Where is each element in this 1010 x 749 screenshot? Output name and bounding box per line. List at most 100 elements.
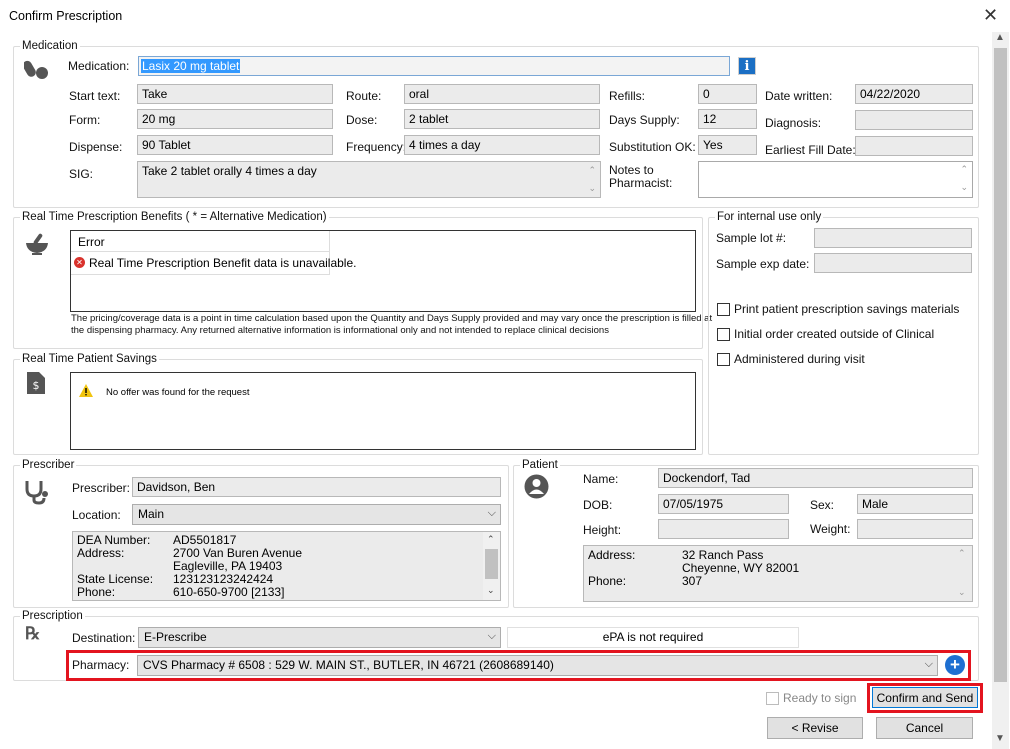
earliest-fill-field	[855, 136, 973, 156]
location-label: Location:	[72, 508, 121, 522]
epa-status-text: ePA is not required	[602, 630, 704, 644]
print-savings-checkbox[interactable]	[717, 303, 730, 316]
title-bar: Confirm Prescription ✕	[0, 0, 1010, 32]
stethoscope-icon	[24, 479, 50, 505]
initial-order-checkbox[interactable]	[717, 328, 730, 341]
sig-textarea[interactable]: Take 2 tablet orally 4 times a day ⌃ ⌄	[137, 161, 601, 198]
date-written-field: 04/22/2020	[855, 84, 973, 104]
location-select-value: Main	[138, 507, 165, 521]
close-icon[interactable]: ✕	[983, 5, 998, 26]
initial-order-label: Initial order created outside of Clinica…	[734, 327, 935, 341]
phone-label: Phone:	[77, 585, 116, 599]
pill-icon	[22, 58, 50, 80]
start-text-field: Take	[137, 84, 333, 104]
sig-label: SIG:	[69, 167, 94, 181]
patient-phone-value: 307	[682, 574, 703, 588]
confirm-prescription-dialog: Confirm Prescription ✕ ▲ ▼ Medication Me…	[0, 0, 1010, 749]
administered-label: Administered during visit	[734, 352, 865, 366]
dob-label: DOB:	[583, 498, 613, 512]
add-pharmacy-plus-icon[interactable]: +	[945, 655, 965, 675]
patient-address-label: Address:	[588, 548, 636, 562]
prescriber-details-box: DEA Number: AD5501817 Address: 2700 Van …	[72, 531, 501, 601]
refills-field: 0	[698, 84, 757, 104]
cancel-button[interactable]: Cancel	[876, 717, 973, 739]
dispense-field: 90 Tablet	[137, 135, 333, 155]
sample-exp-field[interactable]	[814, 253, 972, 273]
chevron-down-icon: ⌵	[487, 630, 496, 642]
pharmacy-select[interactable]: CVS Pharmacy # 6508 : 529 W. MAIN ST., B…	[137, 655, 938, 676]
details-scrollbar[interactable]: ⌃ ⌄	[483, 532, 500, 600]
start-text-label: Start text:	[69, 89, 121, 103]
notes-to-pharmacist-textarea[interactable]: ⌃ ⌄	[698, 161, 973, 198]
patient-savings-title: Real Time Patient Savings	[20, 353, 159, 365]
dispense-label: Dispense:	[69, 140, 123, 154]
phone-value: 610-650-9700 [2133]	[173, 585, 285, 599]
scroll-thumb[interactable]	[994, 48, 1007, 682]
revise-button[interactable]: < Revise	[767, 717, 863, 739]
savings-results-panel: No offer was found for the request	[70, 372, 696, 450]
chevron-down-icon: ⌵	[487, 507, 496, 519]
sex-label: Sex:	[810, 498, 835, 512]
prescriber-label: Prescriber:	[72, 481, 131, 495]
svg-text:$: $	[33, 379, 40, 392]
notes-scroll-down-icon[interactable]: ⌄	[960, 182, 968, 193]
dob-field: 07/05/1975	[658, 494, 789, 514]
frequency-label: Frequency:	[346, 140, 407, 154]
substitution-field: Yes	[698, 135, 757, 155]
prescription-group-title: Prescription	[20, 610, 85, 622]
sample-exp-label: Sample exp date:	[716, 257, 810, 271]
confirm-and-send-button[interactable]: Confirm and Send	[872, 687, 978, 708]
details-scroll-thumb[interactable]	[485, 549, 498, 579]
warning-icon	[79, 384, 93, 397]
sig-value: Take 2 tablet orally 4 times a day	[142, 164, 317, 178]
patient-scroll-down-icon[interactable]: ⌄	[958, 586, 966, 599]
ready-to-sign-checkbox[interactable]	[766, 692, 779, 705]
notes-label-line2: Pharmacist:	[609, 176, 673, 190]
scroll-down-icon[interactable]: ▼	[995, 733, 1005, 744]
details-scroll-up-icon[interactable]: ⌃	[487, 533, 495, 546]
administered-checkbox[interactable]	[717, 353, 730, 366]
user-avatar-icon	[524, 474, 549, 499]
sig-scroll-up-icon[interactable]: ⌃	[588, 164, 596, 177]
prescriber-group-title: Prescriber	[20, 459, 77, 471]
days-supply-label: Days Supply:	[609, 113, 680, 127]
medication-input[interactable]: Lasix 20 mg tablet	[138, 56, 730, 76]
rtpb-error-table: Error ✕ Real Time Prescription Benefit d…	[71, 231, 356, 275]
notes-scroll-up-icon[interactable]: ⌃	[960, 164, 968, 175]
patient-scroll-up-icon[interactable]: ⌃	[958, 547, 966, 560]
scroll-up-icon[interactable]: ▲	[995, 32, 1005, 43]
days-supply-field: 12	[698, 109, 757, 129]
sample-lot-field[interactable]	[814, 228, 972, 248]
patient-address-box: Address: 32 Ranch Pass Cheyenne, WY 8200…	[583, 545, 973, 602]
earliest-fill-label: Earliest Fill Date:	[765, 143, 856, 157]
address-label: Address:	[77, 546, 125, 560]
window-title: Confirm Prescription	[9, 9, 123, 23]
destination-select-value: E-Prescribe	[144, 630, 207, 644]
route-label: Route:	[346, 89, 382, 103]
pharmacy-label: Pharmacy:	[72, 658, 130, 672]
rtpb-results-panel: Error ✕ Real Time Prescription Benefit d…	[70, 230, 696, 312]
destination-select[interactable]: E-Prescribe ⌵	[138, 627, 501, 648]
patient-name-label: Name:	[583, 472, 619, 486]
diagnosis-label: Diagnosis:	[765, 116, 822, 130]
internal-use-title: For internal use only	[715, 211, 824, 223]
dialog-scrollbar[interactable]: ▲ ▼	[992, 32, 1009, 749]
diagnosis-field	[855, 110, 973, 130]
chevron-down-icon: ⌵	[924, 658, 933, 670]
details-scroll-down-icon[interactable]: ⌄	[487, 584, 495, 597]
error-header: Error	[78, 235, 105, 249]
info-icon[interactable]: i	[738, 57, 756, 75]
dose-label: Dose:	[346, 113, 378, 127]
error-message: Real Time Prescription Benefit data is u…	[89, 256, 357, 270]
dose-field: 2 tablet	[404, 109, 600, 129]
patient-name-field: Dockendorf, Tad	[658, 468, 973, 488]
location-select[interactable]: Main ⌵	[132, 504, 501, 525]
print-savings-label: Print patient prescription savings mater…	[734, 302, 960, 316]
sig-scroll-down-icon[interactable]: ⌄	[588, 182, 596, 195]
sample-lot-label: Sample lot #:	[716, 231, 787, 245]
pharmacy-select-value: CVS Pharmacy # 6508 : 529 W. MAIN ST., B…	[143, 658, 554, 672]
height-label: Height:	[583, 523, 622, 537]
destination-label: Destination:	[72, 631, 136, 645]
medication-label: Medication:	[68, 59, 130, 73]
medication-group-title: Medication	[20, 40, 80, 52]
